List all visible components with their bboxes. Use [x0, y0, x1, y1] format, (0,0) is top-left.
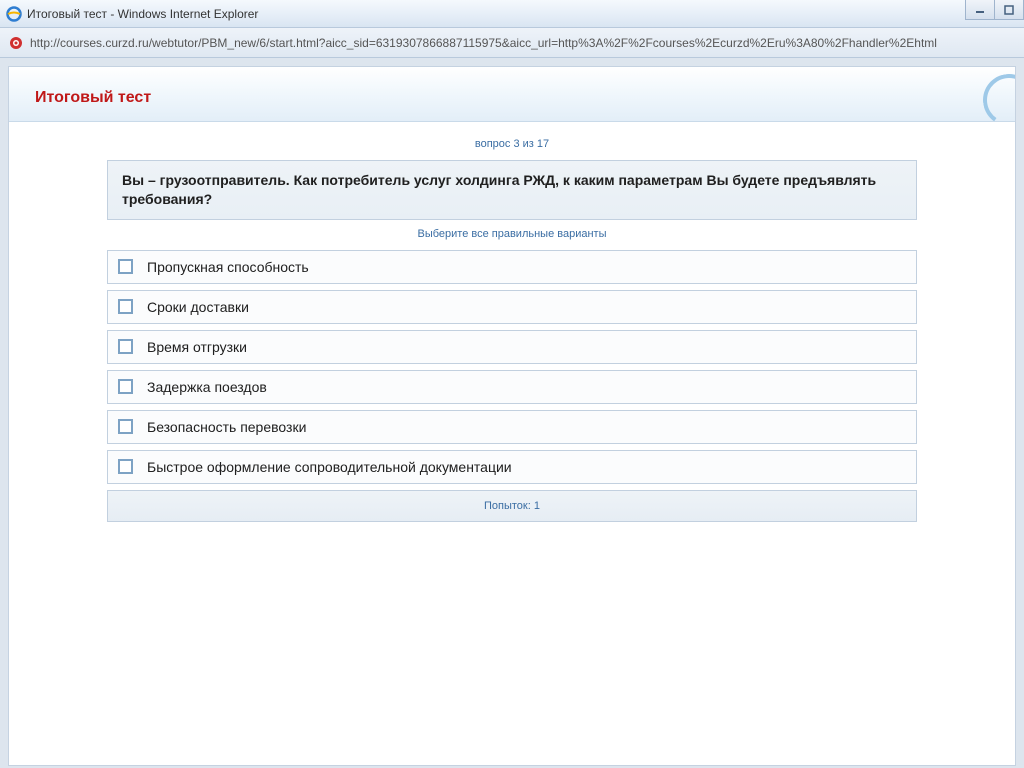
window-titlebar: Итоговый тест - Windows Internet Explore… [0, 0, 1024, 28]
option-label: Безопасность перевозки [147, 419, 306, 435]
option-label: Быстрое оформление сопроводительной доку… [147, 459, 512, 475]
page-title: Итоговый тест [35, 89, 989, 107]
window-title: Итоговый тест - Windows Internet Explore… [27, 7, 258, 21]
maximize-icon [1004, 5, 1014, 15]
minimize-icon [975, 5, 985, 15]
header-decoration [979, 70, 1016, 130]
test-body: вопрос 3 из 17 Вы – грузоотправитель. Ка… [9, 122, 1015, 522]
address-bar[interactable]: http://courses.curzd.ru/webtutor/PBM_new… [0, 28, 1024, 58]
answer-option[interactable]: Задержка поездов [107, 370, 917, 404]
option-label: Пропускная способность [147, 259, 309, 275]
checkbox-icon[interactable] [118, 299, 133, 314]
minimize-button[interactable] [965, 0, 995, 20]
ie-icon [6, 6, 22, 22]
option-label: Задержка поездов [147, 379, 267, 395]
attempts-label: Попыток: [484, 500, 531, 512]
answer-option[interactable]: Быстрое оформление сопроводительной доку… [107, 450, 917, 484]
checkbox-icon[interactable] [118, 459, 133, 474]
option-label: Время отгрузки [147, 339, 247, 355]
checkbox-icon[interactable] [118, 379, 133, 394]
answer-option[interactable]: Безопасность перевозки [107, 410, 917, 444]
maximize-button[interactable] [994, 0, 1024, 20]
window-controls [966, 0, 1024, 20]
question-hint: Выберите все правильные варианты [107, 220, 917, 250]
attempts-value: 1 [534, 500, 540, 512]
answer-option[interactable]: Время отгрузки [107, 330, 917, 364]
question-progress: вопрос 3 из 17 [9, 138, 1015, 150]
url-text: http://courses.curzd.ru/webtutor/PBM_new… [30, 36, 937, 50]
option-label: Сроки доставки [147, 299, 249, 315]
answer-option[interactable]: Пропускная способность [107, 250, 917, 284]
favicon [8, 35, 24, 51]
content-frame: Итоговый тест вопрос 3 из 17 Вы – грузоо… [8, 66, 1016, 766]
checkbox-icon[interactable] [118, 339, 133, 354]
page-header: Итоговый тест [9, 67, 1015, 122]
checkbox-icon[interactable] [118, 259, 133, 274]
answer-option[interactable]: Сроки доставки [107, 290, 917, 324]
attempts-bar: Попыток: 1 [107, 490, 917, 522]
checkbox-icon[interactable] [118, 419, 133, 434]
question-text: Вы – грузоотправитель. Как потребитель у… [107, 160, 917, 220]
